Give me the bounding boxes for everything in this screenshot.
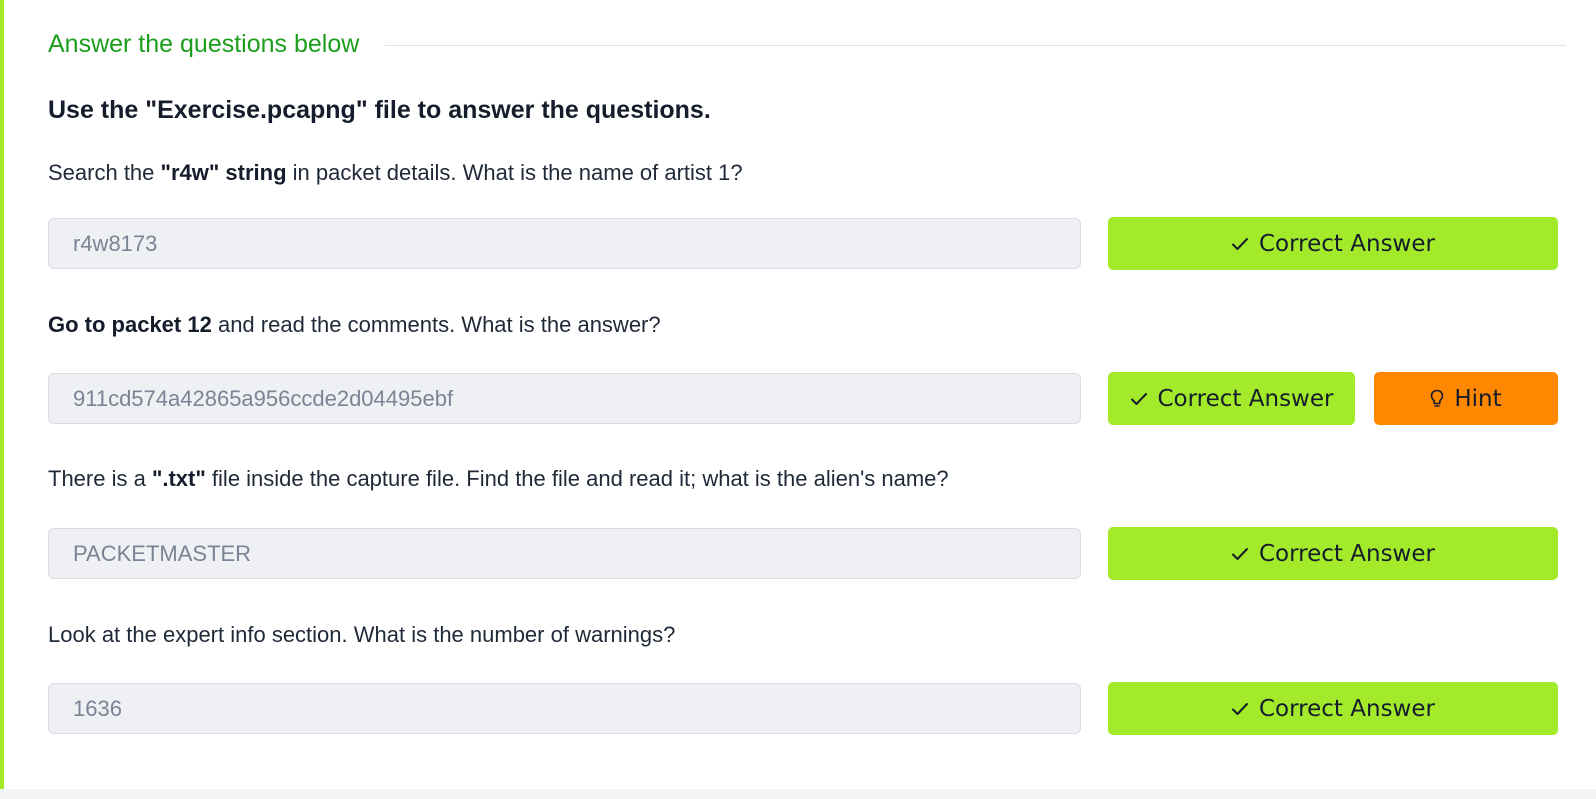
correct-answer-button-1[interactable]: Correct Answer [1108,217,1558,270]
question-text-bold: Go to packet 12 [48,312,212,337]
correct-answer-label: Correct Answer [1259,695,1435,722]
correct-answer-label: Correct Answer [1259,230,1435,257]
check-icon [1231,702,1249,716]
correct-answer-label: Correct Answer [1157,385,1334,412]
question-text-part: file inside the capture file. Find the f… [205,466,949,491]
check-icon [1130,392,1148,406]
check-icon [1231,237,1249,251]
question-text-part: and read the comments. What is the answe… [211,312,661,337]
question-text-part: Search the [48,160,161,185]
question-4-text: Look at the expert info section. What is… [48,622,675,648]
correct-answer-button-3[interactable]: Correct Answer [1108,527,1558,580]
task-panel: Answer the questions below Use the "Exer… [0,0,1596,789]
question-text-bold: "r4w" string [160,160,287,185]
answer-field-1[interactable] [48,218,1081,269]
check-icon [1231,547,1249,561]
question-text-part: in packet details. What is the name of a… [286,160,743,185]
question-text-part: There is a [48,466,152,491]
page-bottom-strip [0,789,1596,799]
section-divider [385,44,1566,46]
correct-answer-button-4[interactable]: Correct Answer [1108,682,1558,735]
section-header: Answer the questions below [48,27,1566,61]
question-text-part: Look at the expert info section. What is… [48,622,676,647]
answer-field-3[interactable] [48,528,1081,579]
question-text-bold: ".txt" [151,466,206,491]
question-3-text: There is a ".txt" file inside the captur… [48,466,949,492]
section-title: Answer the questions below [48,29,360,58]
question-2-text: Go to packet 12 and read the comments. W… [48,312,661,338]
hint-button[interactable]: Hint [1374,372,1558,425]
answer-field-4[interactable] [48,683,1081,734]
lightbulb-icon [1430,389,1444,409]
hint-label: Hint [1454,385,1502,412]
correct-answer-label: Correct Answer [1259,540,1435,567]
question-1-text: Search the "r4w" string in packet detail… [48,160,743,186]
intro-text: Use the "Exercise.pcapng" file to answer… [48,96,711,124]
answer-field-2[interactable] [48,373,1081,424]
correct-answer-button-2[interactable]: Correct Answer [1108,372,1355,425]
